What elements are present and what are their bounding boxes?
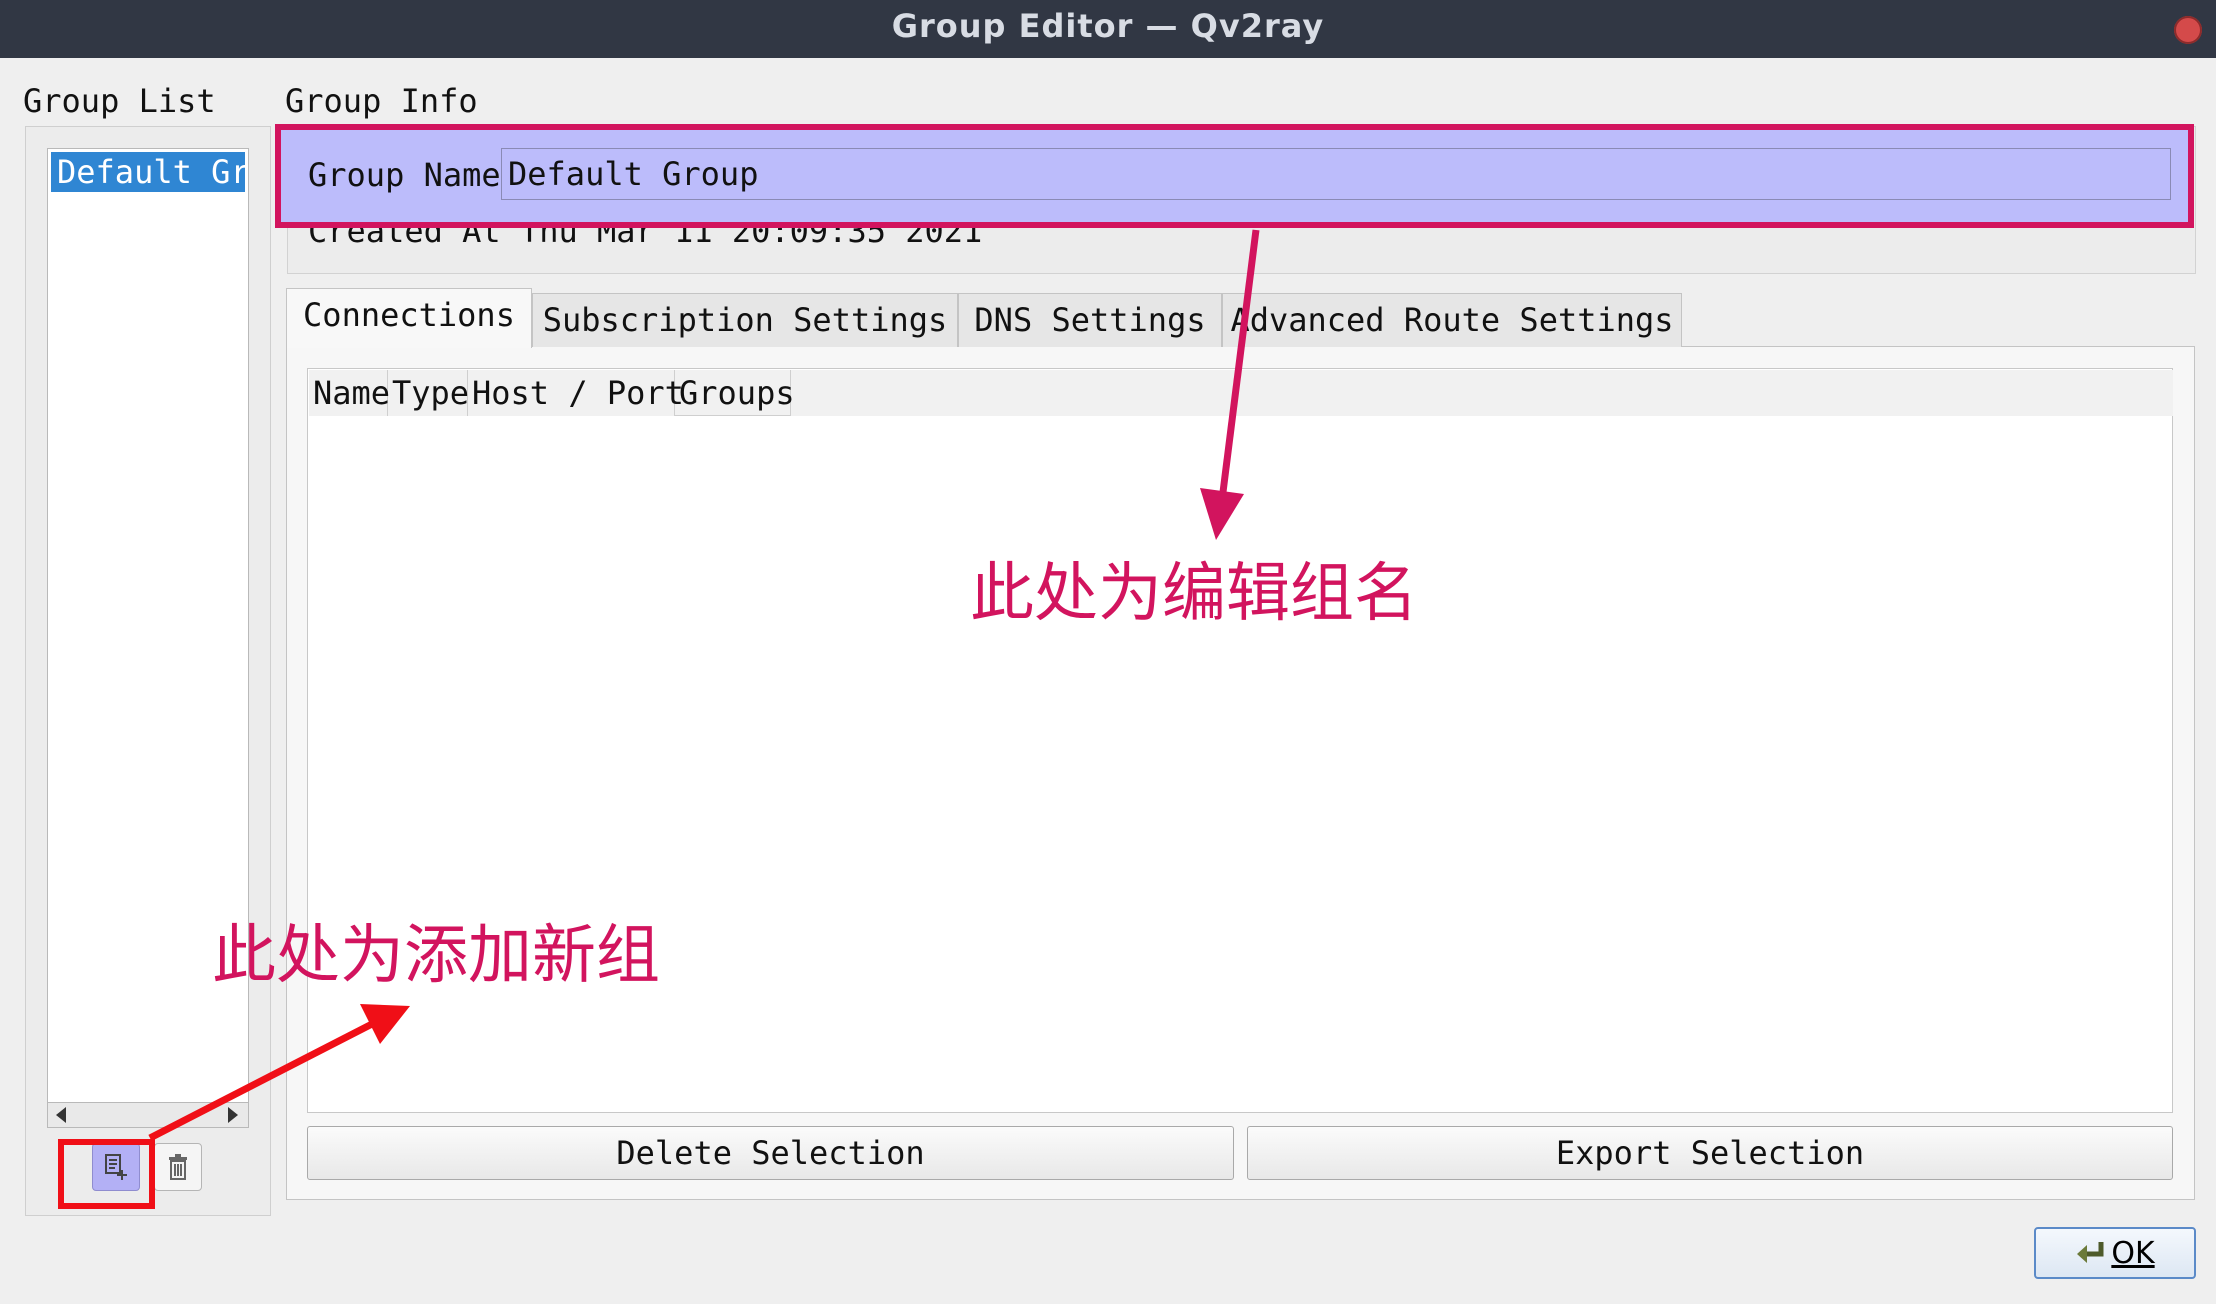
- close-window-button[interactable]: [2174, 16, 2202, 44]
- tab-connections[interactable]: Connections: [286, 288, 532, 348]
- tab-dns-settings[interactable]: DNS Settings: [958, 293, 1222, 347]
- delete-selection-button[interactable]: Delete Selection: [307, 1126, 1234, 1180]
- annotation-edit-group-name: 此处为编辑组名: [970, 557, 1418, 631]
- add-group-highlight-box: [58, 1139, 155, 1209]
- group-list-item[interactable]: Default Group: [51, 152, 245, 192]
- window-title: Group Editor — Qv2ray: [891, 7, 1325, 45]
- table-header: Name Type Host / Port Groups: [309, 370, 2173, 416]
- horizontal-scrollbar[interactable]: [47, 1102, 249, 1128]
- connections-table[interactable]: Name Type Host / Port Groups: [307, 368, 2173, 1113]
- column-header-host-port[interactable]: Host / Port: [468, 370, 684, 416]
- trash-icon: [169, 1154, 187, 1180]
- enter-return-icon: [2077, 1242, 2104, 1263]
- group-name-highlight-box: [275, 124, 2194, 228]
- group-list-label: Group List: [23, 82, 216, 120]
- scroll-left-icon[interactable]: [56, 1107, 66, 1123]
- column-header-name[interactable]: Name: [309, 370, 390, 416]
- scroll-right-icon[interactable]: [228, 1107, 238, 1123]
- ok-button[interactable]: OK: [2034, 1227, 2196, 1279]
- column-header-type[interactable]: Type: [388, 370, 469, 416]
- column-header-groups[interactable]: Groups: [675, 370, 795, 416]
- annotation-add-new-group: 此处为添加新组: [212, 919, 660, 993]
- group-info-label: Group Info: [285, 82, 478, 120]
- tab-advanced-route-settings[interactable]: Advanced Route Settings: [1222, 293, 1682, 347]
- tab-subscription-settings[interactable]: Subscription Settings: [532, 293, 958, 347]
- export-selection-button[interactable]: Export Selection: [1247, 1126, 2173, 1180]
- delete-group-button[interactable]: [154, 1143, 202, 1191]
- ok-label: OK: [2111, 1235, 2155, 1271]
